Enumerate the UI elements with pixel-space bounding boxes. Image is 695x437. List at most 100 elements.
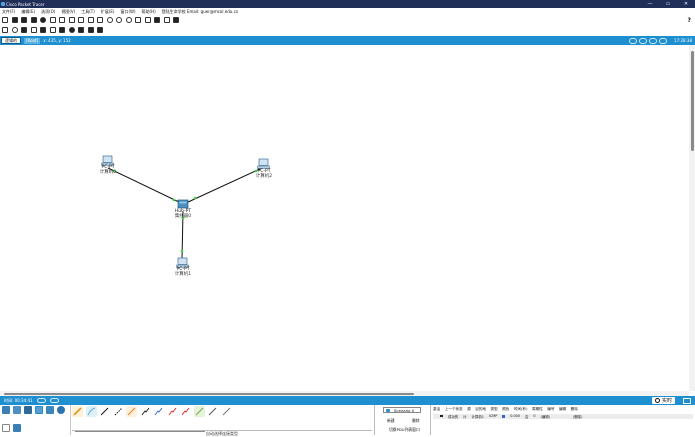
multiuser-icon[interactable]: [57, 406, 65, 414]
vertical-scrollbar[interactable]: [689, 45, 695, 391]
freeform-icon[interactable]: [78, 27, 84, 33]
coaxial-cable-icon[interactable]: [153, 406, 164, 417]
view-toggles: [627, 37, 667, 44]
subcategory-icon[interactable]: [2, 424, 10, 432]
scenario-panel: Scenario 0 新建 删除 切换PDU列表窗口: [374, 405, 429, 435]
zoom-reset-icon[interactable]: [116, 16, 122, 23]
vertical-scroll-thumb[interactable]: [690, 51, 694, 151]
serial-dte-cable-icon[interactable]: [180, 406, 191, 417]
paste-icon[interactable]: [78, 16, 84, 23]
zoom-in-icon[interactable]: [106, 16, 113, 23]
pdu-delete-button[interactable]: (删除): [573, 414, 582, 419]
new-file-icon[interactable]: [2, 16, 8, 23]
inspect-icon[interactable]: [11, 27, 18, 33]
components-icon[interactable]: [24, 406, 32, 414]
network-devices-icon[interactable]: [2, 406, 10, 414]
pc2-label[interactable]: PC-PT 计算机2: [249, 169, 279, 179]
cluster-toggle[interactable]: [629, 37, 637, 44]
menu-options[interactable]: 选项(O): [41, 9, 55, 15]
connections-icon[interactable]: [35, 406, 43, 414]
misc-icon[interactable]: [46, 406, 54, 414]
realtime-mode-button[interactable]: 实时: [651, 397, 675, 404]
pdu-status: 成功的: [448, 414, 459, 419]
place-note-icon[interactable]: [40, 27, 46, 33]
command-log-icon[interactable]: [163, 16, 170, 23]
delete-icon[interactable]: [21, 27, 27, 33]
octal-cable-icon[interactable]: [193, 406, 205, 417]
hub0-icon: [177, 199, 189, 209]
add-complex-pdu-icon[interactable]: [97, 27, 103, 33]
delete-scenario-button[interactable]: 删除: [412, 418, 420, 424]
new-scenario-button[interactable]: 新建: [387, 418, 395, 424]
end-devices-icon[interactable]: [13, 406, 21, 414]
redo-icon[interactable]: [97, 16, 103, 23]
select-icon[interactable]: [2, 27, 8, 33]
table-row[interactable]: 成功的 计 计算机1 ICMP 0.000 否 0 (编辑) (删除): [433, 413, 693, 419]
save-icon[interactable]: [21, 16, 27, 23]
window-title: Cisco Packet Tracer: [6, 1, 45, 7]
menu-help[interactable]: 帮助(H): [142, 9, 156, 15]
print-icon[interactable]: [30, 16, 37, 23]
environment-toggle[interactable]: [649, 37, 657, 44]
fast-forward-button[interactable]: [49, 398, 59, 403]
pdu-edit-button[interactable]: (编辑): [541, 414, 550, 419]
resize-shape-icon[interactable]: [30, 27, 37, 33]
col-delete: 删除: [570, 407, 578, 411]
zoom-out-icon[interactable]: [125, 16, 132, 23]
logical-workspace[interactable]: PC-PT 计算机0 PC-PT 计算机2 Hub-PT 集线器0 PC-PT …: [0, 45, 689, 391]
menu-extensions[interactable]: 扩展(E): [101, 9, 115, 15]
chart-icon[interactable]: [59, 16, 65, 23]
horizontal-scroll-thumb[interactable]: [4, 392, 414, 395]
link-status-dot: [180, 249, 184, 253]
crossover-cable-icon[interactable]: [113, 406, 124, 417]
serial-dce-cable-icon[interactable]: [167, 406, 178, 417]
add-simple-pdu-icon[interactable]: [87, 27, 94, 33]
menu-file[interactable]: 文件(F): [2, 9, 15, 15]
menu-tools[interactable]: 工具(T): [81, 9, 95, 15]
draw-line-icon[interactable]: [49, 27, 56, 33]
logical-tab[interactable]: 逻辑的: [1, 37, 21, 44]
menu-view[interactable]: 视图(V): [61, 9, 75, 15]
fiber-cable-icon[interactable]: [126, 406, 137, 417]
draw-ellipse-icon[interactable]: [68, 27, 75, 33]
drawing-palette-icon[interactable]: [135, 16, 141, 23]
close-button[interactable]: ✕: [677, 0, 695, 8]
usb-cable-icon[interactable]: [221, 406, 232, 417]
help-icon[interactable]: ?: [688, 17, 691, 24]
pdu-color-swatch: [502, 414, 506, 418]
menu-login[interactable]: 登陆生命学校 Email: guer@mcol.edu.cn: [162, 9, 239, 15]
hub0-label[interactable]: Hub-PT 集线器0: [168, 209, 198, 219]
minimize-button[interactable]: —: [641, 0, 659, 8]
root-label[interactable]: [Root]: [24, 37, 41, 44]
open-folder-icon[interactable]: [11, 16, 18, 23]
col-edit: 编辑: [558, 407, 567, 411]
simulation-mode-icon[interactable]: [683, 397, 691, 404]
straight-through-cable-icon[interactable]: [99, 406, 110, 417]
menu-window[interactable]: 窗口(W): [120, 9, 135, 15]
iot-custom-cable-icon[interactable]: [207, 406, 218, 417]
toggle-pdu-list-button[interactable]: 切换PDU列表窗口: [389, 427, 420, 433]
activity-wizard-icon[interactable]: [40, 16, 46, 23]
network-info-icon[interactable]: [49, 16, 56, 23]
fire-indicator[interactable]: [440, 414, 443, 418]
auto-connection-icon[interactable]: [72, 406, 83, 417]
pc0-label[interactable]: PC-PT 计算机0: [93, 165, 123, 175]
copy-icon[interactable]: [68, 16, 75, 23]
col-destination: 目的地: [475, 407, 487, 411]
pdu-table-header: 激活 上一个状态 源 目的地 类型 颜色 时间(秒) 周期性 编号 编辑 删除: [433, 407, 582, 412]
console-cable-icon[interactable]: [85, 406, 97, 417]
custom-device-icon[interactable]: [144, 16, 151, 23]
physical-toggle[interactable]: [659, 37, 667, 44]
draw-rectangle-icon[interactable]: [59, 27, 65, 33]
viewport-toggle[interactable]: [639, 37, 647, 44]
maximize-button[interactable]: ▭: [659, 0, 677, 8]
pc2-icon: [257, 158, 270, 169]
undo-icon[interactable]: [87, 16, 94, 23]
viewport-icon[interactable]: [154, 16, 160, 23]
subcategory-icon[interactable]: [13, 424, 21, 432]
menu-edit[interactable]: 编辑(E): [21, 9, 35, 15]
power-cycle-button[interactable]: [36, 398, 46, 403]
phone-cable-icon[interactable]: [140, 406, 151, 417]
screenshot-icon[interactable]: [173, 16, 179, 23]
pc1-label[interactable]: PC-PT 计算机1: [168, 267, 198, 277]
